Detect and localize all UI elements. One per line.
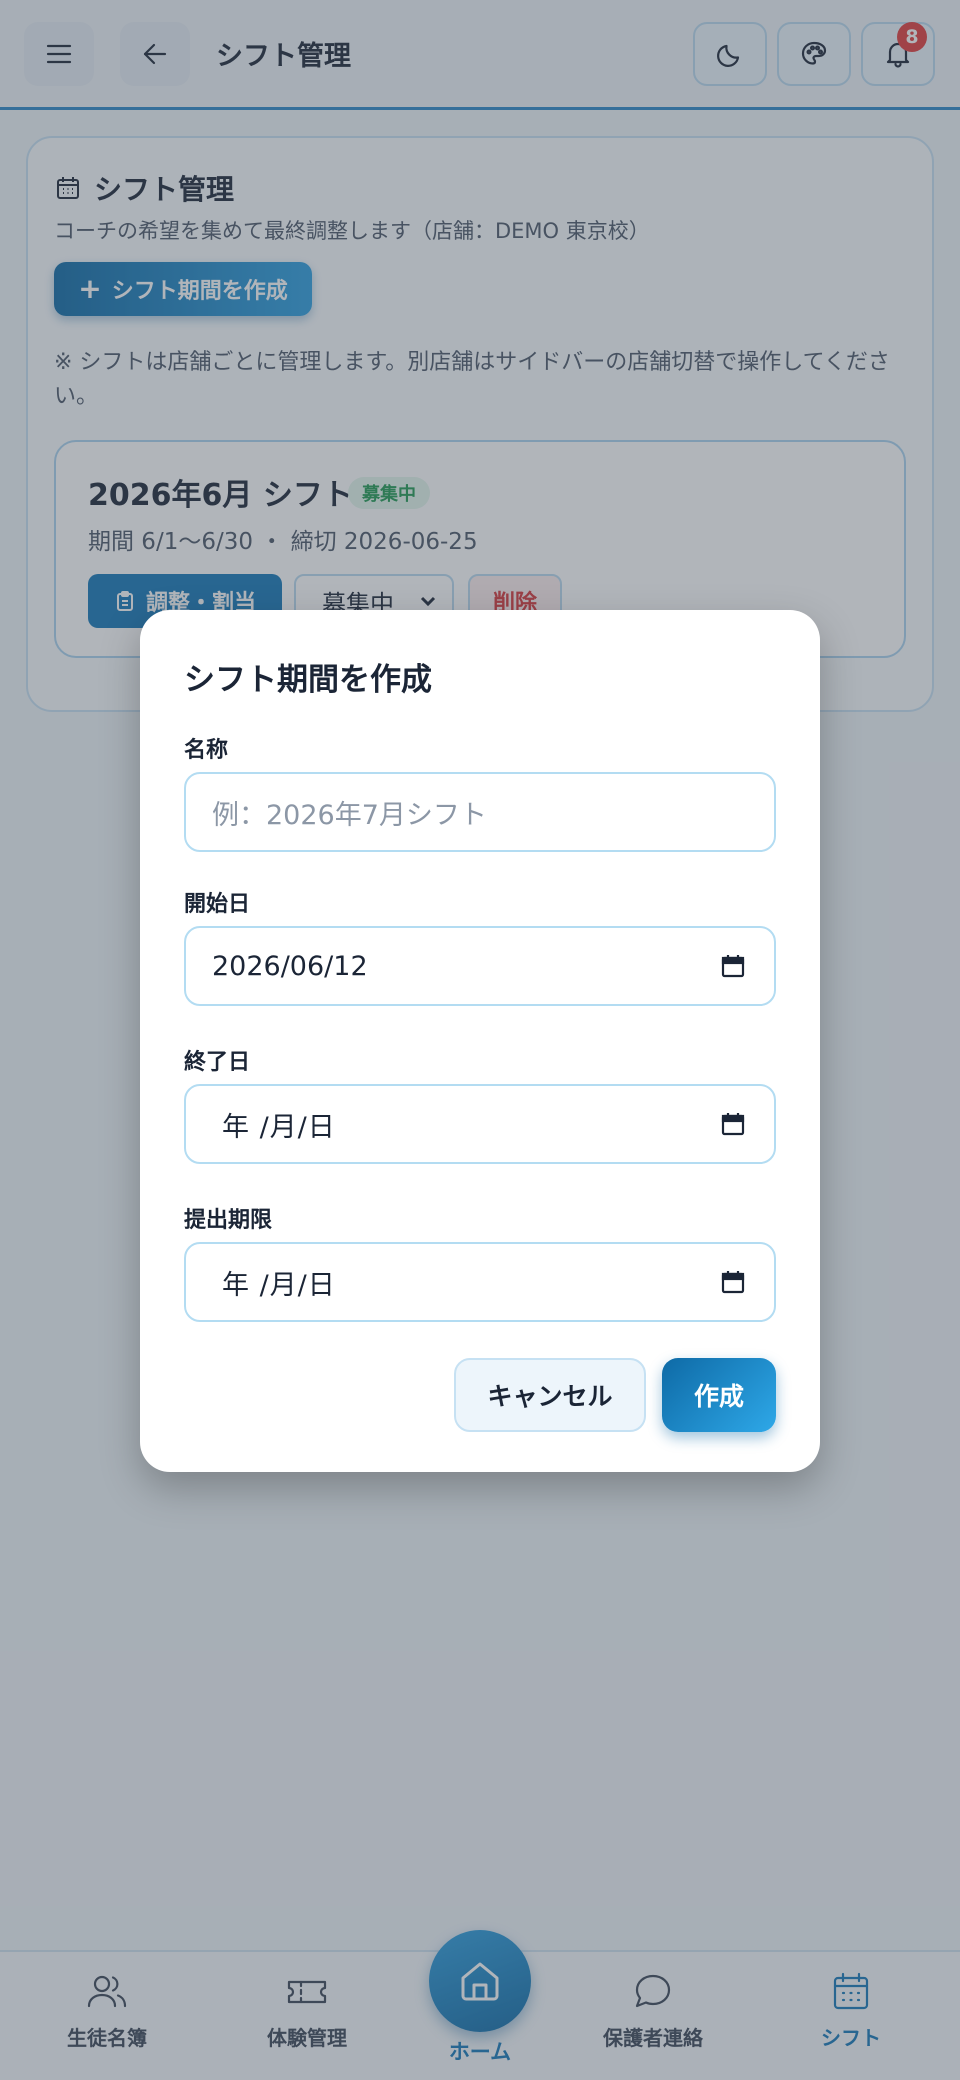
calendar-picker-icon[interactable] [720, 1111, 746, 1137]
create-button[interactable]: 作成 [662, 1358, 776, 1432]
deadline-value: 年 /月/日 [222, 1269, 336, 1301]
deadline-label: 提出期限 [184, 1208, 273, 1233]
start-date-value: 2026/06/12 [212, 950, 368, 982]
name-placeholder: 例：2026年7月シフト [212, 799, 487, 831]
cancel-button[interactable]: キャンセル [454, 1358, 646, 1432]
calendar-picker-icon[interactable] [720, 953, 746, 979]
name-input[interactable]: 例：2026年7月シフト [184, 772, 776, 852]
calendar-picker-icon[interactable] [720, 1269, 746, 1295]
end-date-input[interactable]: 年 /月/日 [184, 1084, 776, 1164]
start-date-input[interactable]: 2026/06/12 [184, 926, 776, 1006]
end-date-label: 終了日 [184, 1050, 251, 1075]
dialog-title: シフト期間を作成 [184, 662, 432, 698]
start-date-label: 開始日 [184, 892, 251, 917]
name-label: 名称 [184, 738, 229, 763]
deadline-input[interactable]: 年 /月/日 [184, 1242, 776, 1322]
create-period-dialog: シフト期間を作成 名称 例：2026年7月シフト 開始日 2026/06/12 … [140, 610, 820, 1472]
end-date-value: 年 /月/日 [222, 1111, 336, 1143]
